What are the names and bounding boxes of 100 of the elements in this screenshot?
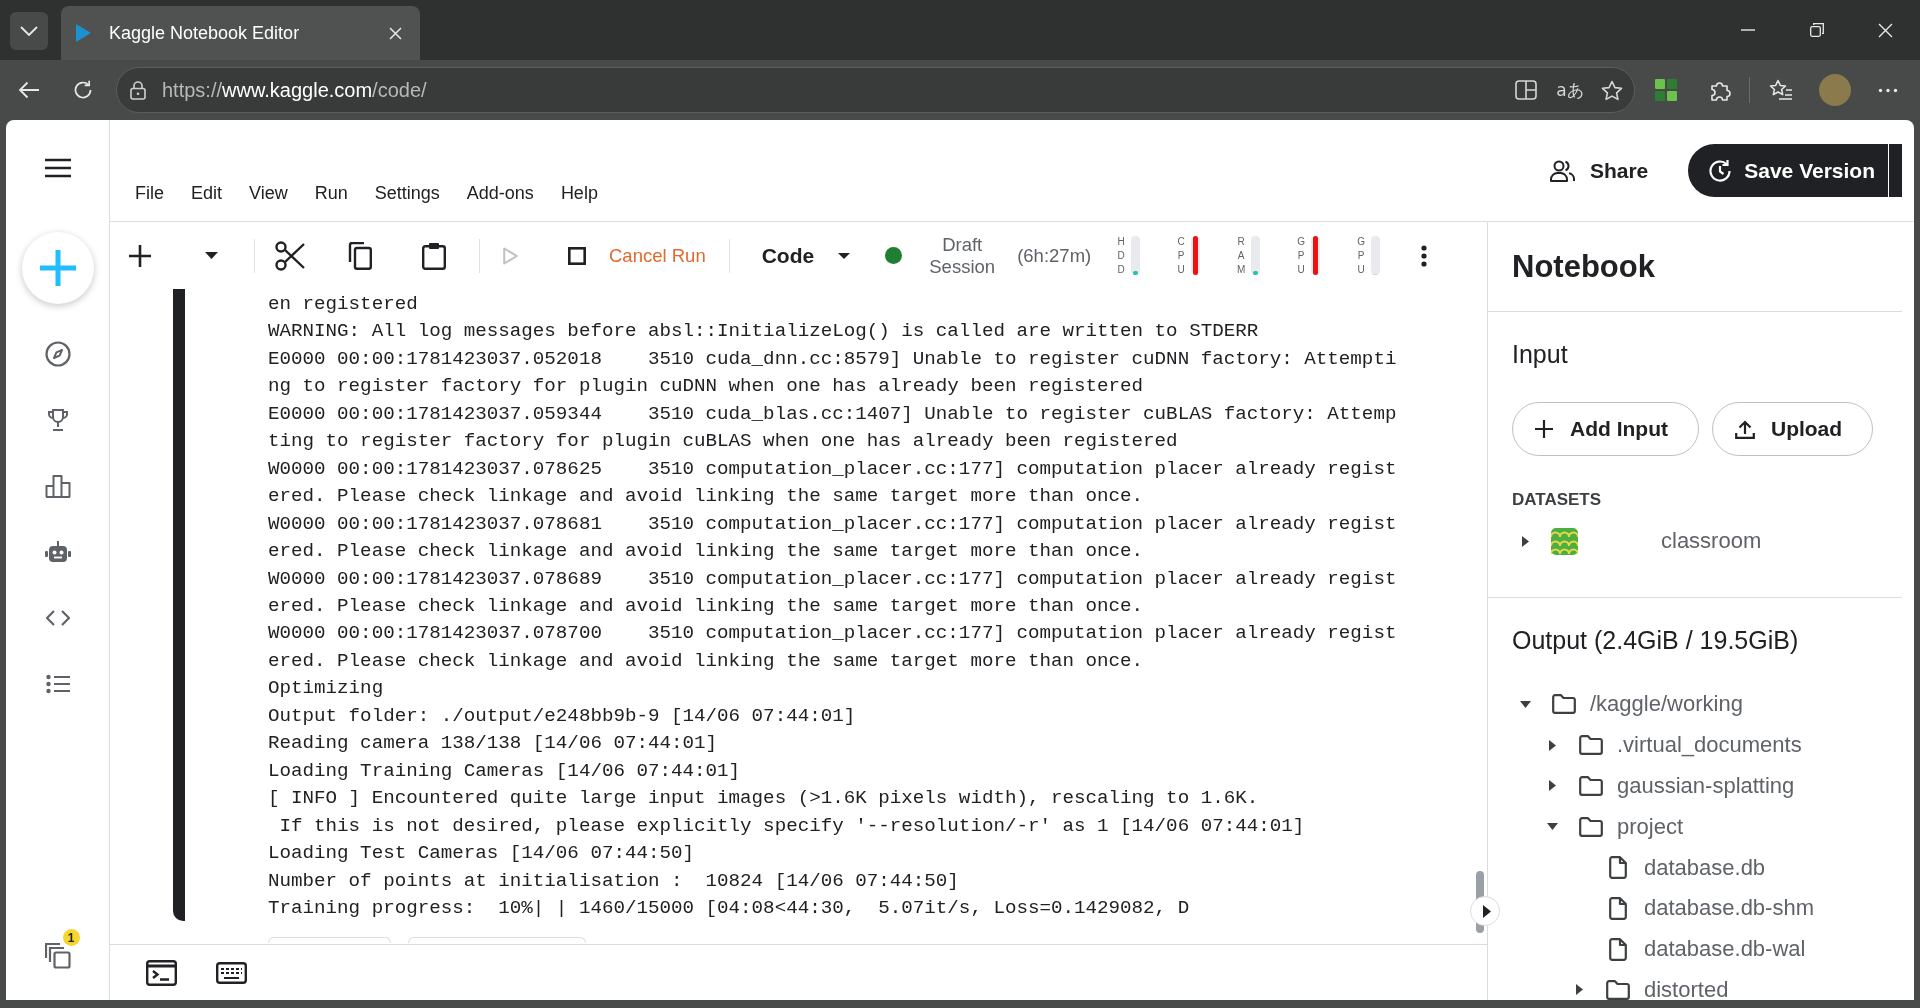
console-line: Training progress: 10%| | 1460/15000 [04:08<44:30, 5.07it/s, Loss=0.1429082, D bbox=[268, 895, 1191, 921]
meter-label: HDD bbox=[1116, 234, 1126, 277]
minimize-icon bbox=[1740, 29, 1755, 31]
robot-icon bbox=[44, 540, 71, 564]
close-icon bbox=[388, 26, 402, 40]
folder-icon bbox=[1552, 694, 1576, 715]
collapse-panel-button[interactable] bbox=[1470, 896, 1500, 926]
favorites-list-icon bbox=[1769, 79, 1793, 101]
folder-tree-item[interactable]: project bbox=[1539, 806, 1684, 848]
folder-tree-item[interactable]: .virtual_documents bbox=[1539, 724, 1802, 766]
plus-icon bbox=[39, 250, 76, 286]
meter-label: GPU bbox=[1356, 234, 1367, 277]
console-line: Optimizing bbox=[268, 676, 385, 702]
menu-icon bbox=[44, 158, 71, 178]
console-line: W0000 00:00:1781423037.078681 3510 computation_placer.cc:177] computation placer already regist bbox=[268, 511, 1397, 537]
console-line: Loading Test Cameras [14/06 07:44:50] bbox=[268, 841, 696, 867]
notification-badge: 1 bbox=[62, 929, 80, 946]
console-line: ting to register factory for plugin cuBLAS when one has already been registered bbox=[268, 429, 1179, 455]
grid-extension-icon bbox=[1654, 78, 1678, 102]
url-text[interactable]: https://www.kaggle.com/code/ bbox=[162, 78, 427, 102]
caret-right-icon bbox=[1482, 904, 1491, 918]
upload-icon bbox=[1734, 419, 1755, 439]
terminal-icon bbox=[145, 959, 177, 986]
console-line: W0000 00:00:1781423037.078625 3510 computation_placer.cc:177] computation placer already regist bbox=[268, 456, 1397, 482]
console-line: en registered bbox=[268, 292, 419, 317]
file-tree-item[interactable]: database.db-shm bbox=[1566, 888, 1814, 929]
browser-tab[interactable]: Kaggle Notebook Editor bbox=[61, 6, 420, 60]
console-line: W0000 00:00:1781423037.078700 3510 computation_placer.cc:177] computation placer already regist bbox=[268, 621, 1397, 647]
folder-icon bbox=[1579, 735, 1603, 756]
menu-item[interactable]: Settings bbox=[374, 178, 440, 208]
folder-icon bbox=[1579, 776, 1603, 796]
copy-icon bbox=[348, 241, 372, 270]
puzzle-icon bbox=[1709, 79, 1731, 101]
menu-item[interactable]: View bbox=[249, 178, 288, 208]
console-line: ered. Please check linkage and avoid linking the same target more than once. bbox=[268, 484, 1145, 510]
play-icon bbox=[502, 246, 518, 265]
more-icon bbox=[1878, 87, 1898, 93]
dataset-thumbnail-icon bbox=[1551, 527, 1578, 555]
keyboard-icon bbox=[215, 961, 247, 984]
console-line: WARNING: All log messages before absl::InitializeLog() is called are written to STDERR bbox=[268, 319, 1260, 345]
plus-icon bbox=[1535, 420, 1553, 438]
bar-chart-icon bbox=[44, 474, 71, 498]
list-icon bbox=[45, 674, 70, 694]
caret-down-icon bbox=[838, 252, 851, 259]
folder-icon bbox=[1579, 816, 1603, 837]
console-line: W0000 00:00:1781423037.078689 3510 computation_placer.cc:177] computation placer already regist bbox=[268, 566, 1397, 592]
dataset-item[interactable]: classroom bbox=[1512, 523, 1762, 559]
lock-icon bbox=[129, 80, 147, 100]
section-title: Input bbox=[1512, 340, 1568, 368]
plus-icon bbox=[129, 244, 151, 267]
restore-icon bbox=[1809, 23, 1824, 37]
menu-item[interactable]: Add-ons bbox=[466, 178, 534, 208]
menu-item[interactable]: Edit bbox=[191, 178, 223, 208]
stacked-squares-icon bbox=[44, 943, 71, 969]
console-line: ered. Please check linkage and avoid linking the same target more than once. bbox=[268, 648, 1145, 674]
meter-label: RAM bbox=[1236, 234, 1247, 277]
triangle-favicon-icon bbox=[76, 24, 91, 42]
caret-down-icon bbox=[204, 252, 218, 259]
menu-item[interactable]: Help bbox=[560, 178, 598, 208]
console-line: [ INFO ] Encountered quite large input images (>1.6K pixels width), rescaling to 1.6K. bbox=[268, 786, 1260, 812]
folder-icon bbox=[1606, 979, 1630, 1000]
split-screen-icon bbox=[1515, 80, 1537, 100]
console-line: ered. Please check linkage and avoid linking the same target more than once. bbox=[268, 594, 1145, 619]
cell-type-dropdown[interactable]: Code bbox=[761, 235, 851, 276]
compass-icon bbox=[44, 341, 71, 367]
console-line: Loading Training Cameras [14/06 07:44:01] bbox=[268, 758, 742, 784]
stop-square-icon bbox=[568, 246, 586, 265]
file-icon bbox=[1609, 856, 1627, 880]
folder-tree-item[interactable]: distorted bbox=[1566, 969, 1729, 1000]
meter-label: CPU bbox=[1176, 234, 1186, 277]
translate-button[interactable]: aあ bbox=[1554, 74, 1586, 106]
file-tree-item[interactable]: database.db-wal bbox=[1566, 928, 1806, 970]
session-timer: (6h:27m) bbox=[1017, 244, 1092, 267]
console-line: ered. Please check linkage and avoid linking the same target more than once. bbox=[268, 539, 1145, 565]
close-icon bbox=[1878, 22, 1893, 38]
kebab-menu-icon bbox=[1421, 244, 1428, 267]
star-icon bbox=[1601, 79, 1623, 101]
save-version-button[interactable]: Save Version bbox=[1688, 144, 1888, 197]
file-tree-item[interactable]: database.db bbox=[1566, 847, 1766, 888]
tab-list-button[interactable] bbox=[10, 12, 48, 50]
meter-label: GPU bbox=[1296, 234, 1307, 277]
section-title: Output (2.4GiB / 19.5GiB) bbox=[1512, 626, 1799, 654]
refresh-icon bbox=[73, 80, 93, 100]
clipboard-icon bbox=[422, 241, 446, 270]
folder-tree-item[interactable]: /kaggle/working bbox=[1512, 684, 1743, 725]
scissors-icon bbox=[275, 240, 305, 271]
back-arrow-icon bbox=[18, 80, 40, 100]
console-line: ng to register factory for plugin cuDNN when one has already been registered bbox=[268, 374, 1145, 400]
address-bar[interactable]: https://www.kaggle.com/code/ aあ bbox=[116, 67, 1635, 113]
console-line: E0000 00:00:1781423037.052018 3510 cuda_dnn.cc:8579] Unable to register cuDNN factory: Attempti bbox=[268, 346, 1397, 372]
profile-avatar bbox=[1819, 74, 1851, 106]
share-button[interactable]: Share bbox=[1541, 148, 1657, 193]
session-status: Draft Session bbox=[928, 233, 997, 278]
menu-item[interactable]: File bbox=[135, 178, 164, 208]
history-icon bbox=[1708, 158, 1733, 183]
datasets-heading: DATASETS bbox=[1512, 490, 1602, 509]
console-line: Output folder: ./output/e248bb9b-9 [14/06 07:44:01] bbox=[268, 703, 857, 729]
code-icon bbox=[45, 610, 70, 626]
folder-tree-item[interactable]: gaussian-splatting bbox=[1539, 765, 1795, 807]
menu-item[interactable]: Run bbox=[314, 178, 348, 208]
